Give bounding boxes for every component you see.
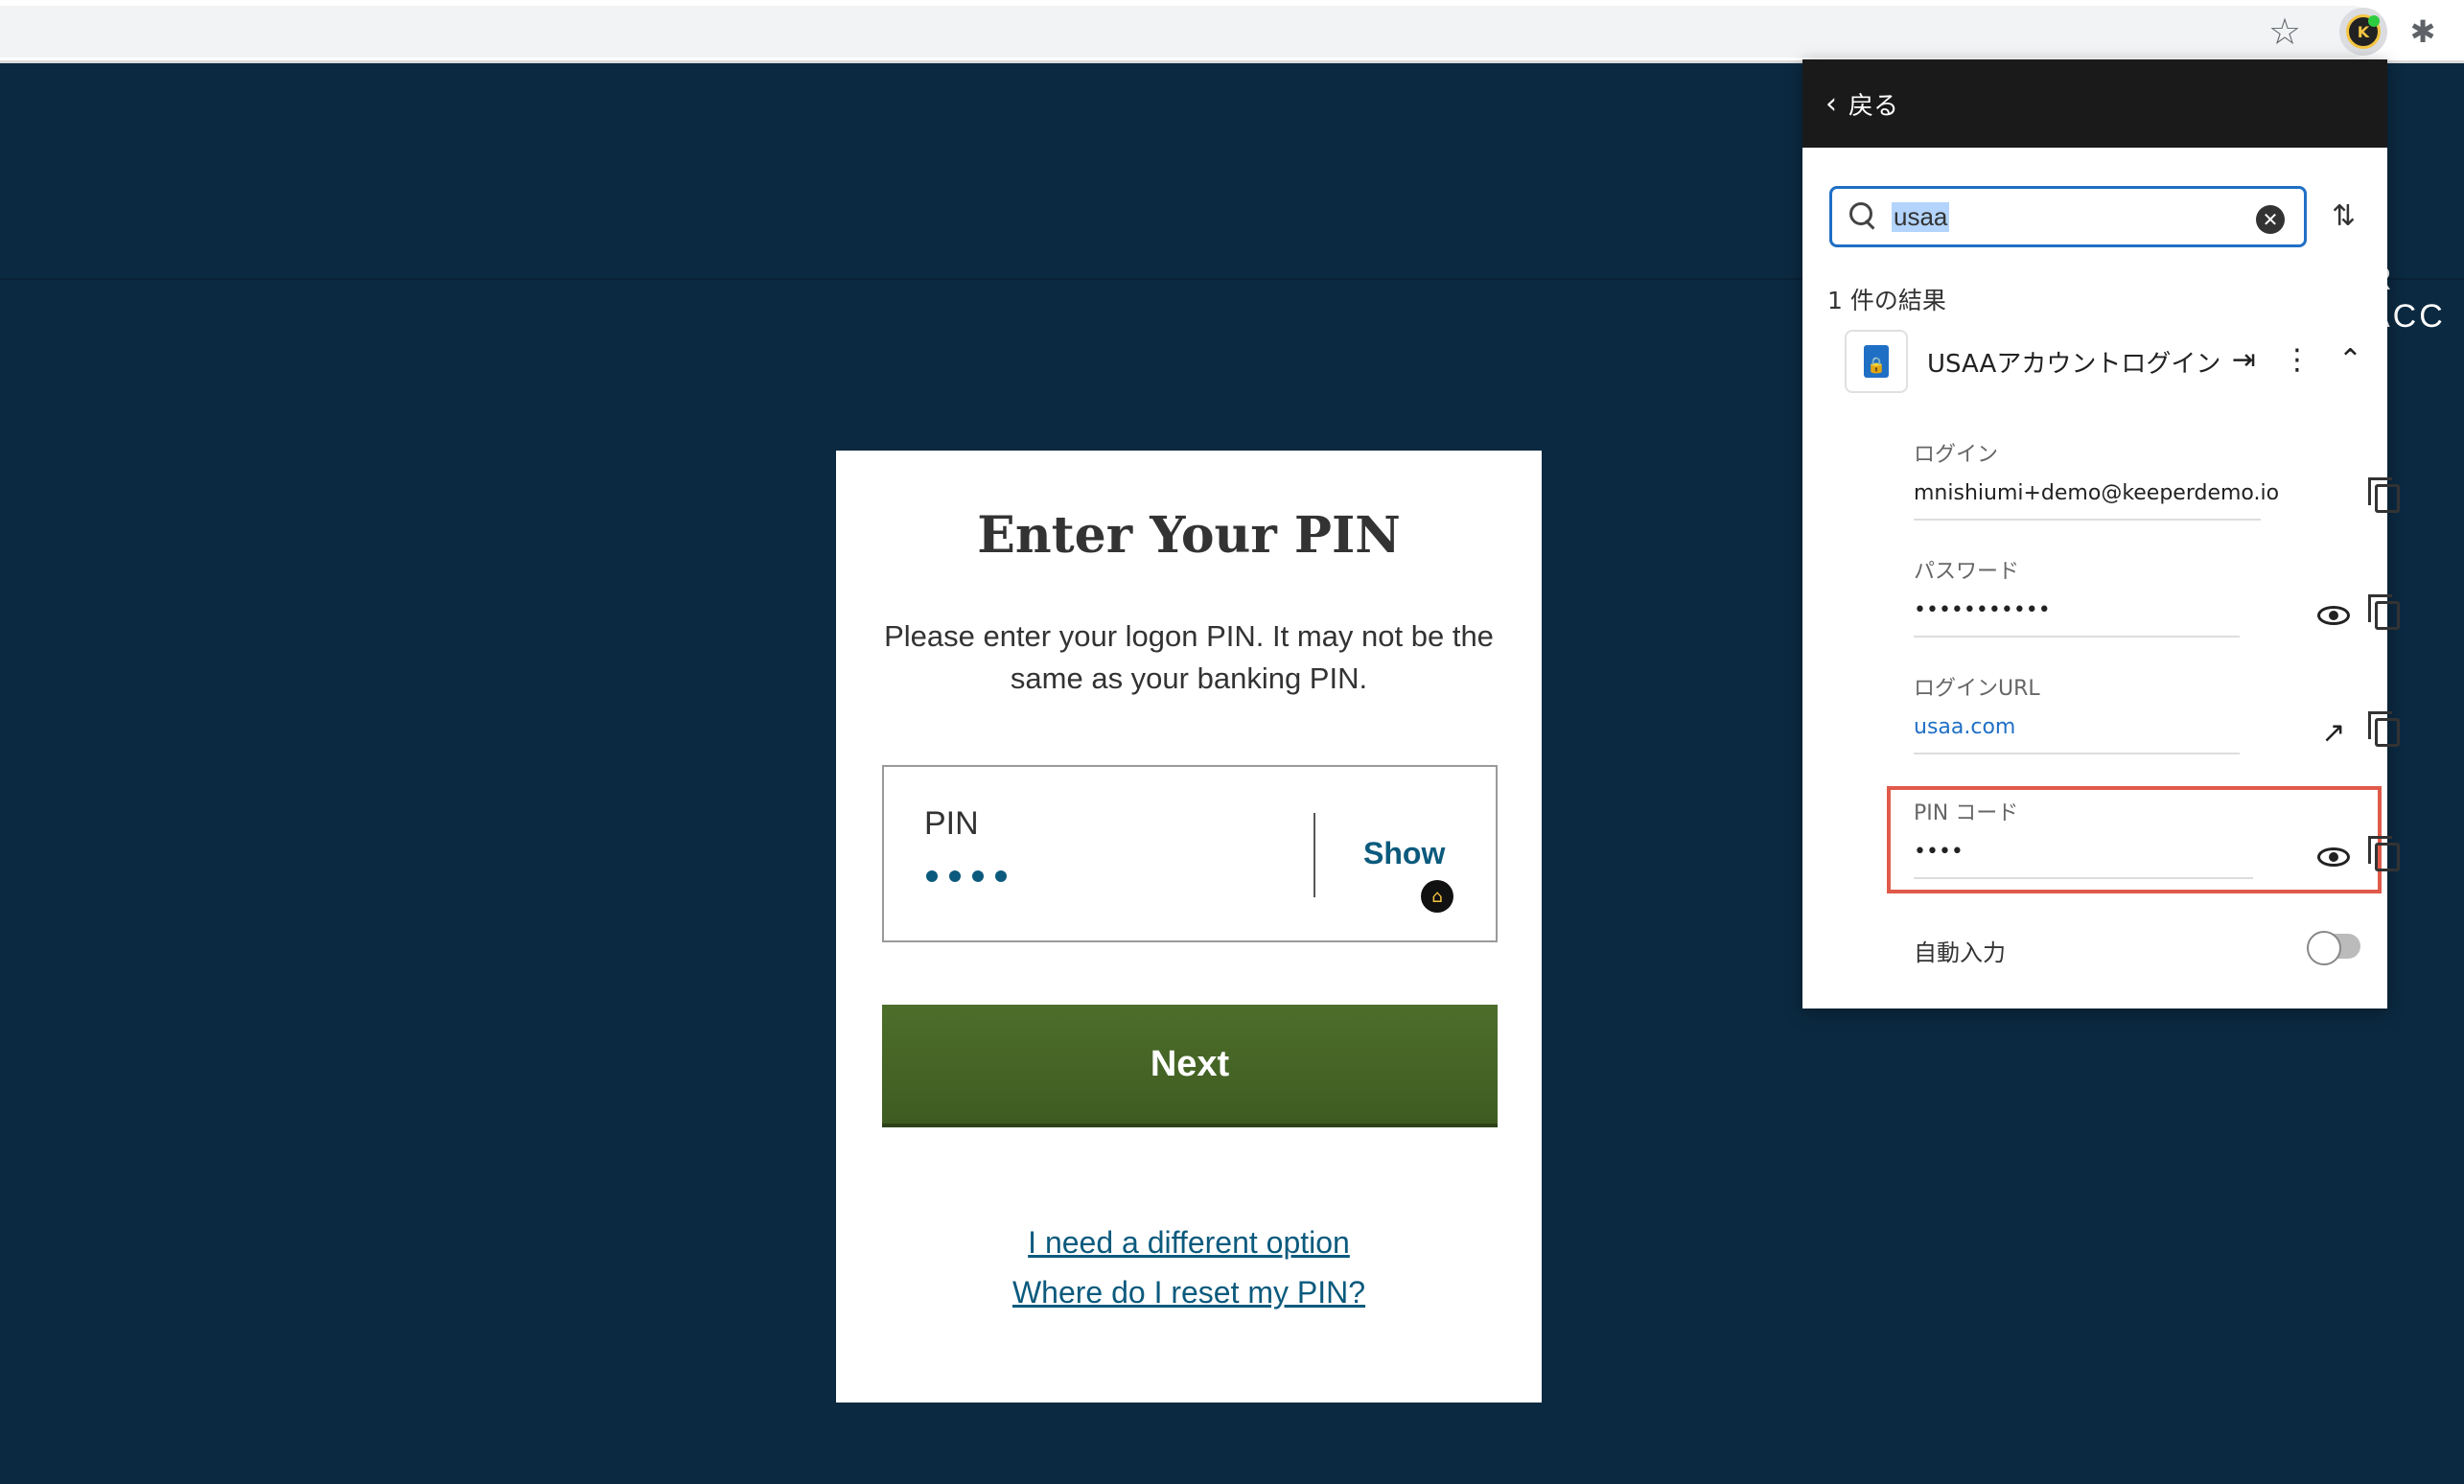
more-options-icon[interactable]: ⋮ [2283,343,2312,377]
url-field: ログインURL usaa.com [1914,671,2240,754]
results-count: 1 件の結果 [1827,287,1946,314]
pin-field-label: PIN [924,805,979,842]
login-field: ログイン mnishiumi+demo@keeperdemo.io [1914,437,2279,521]
copy-pin-icon[interactable] [2368,836,2406,876]
search-value[interactable]: usaa [1892,201,1950,232]
help-links: I need a different option Where do I res… [836,1217,1542,1317]
search-row: usaa ✕ ⇅ [1829,186,2385,247]
autofill-label: 自動入力 [1914,939,2006,966]
keeper-extension-icon[interactable]: K [2339,8,2387,56]
record-title[interactable]: USAAアカウントログイン [1927,344,2220,380]
chevron-left-icon: ‹ [1825,86,1837,121]
pin-code-value[interactable]: •••• [1914,840,2253,879]
show-pin-icon[interactable] [2314,838,2353,876]
record-file-icon: 🔒 [1845,330,1908,393]
keeper-popup: ‹ 戻る usaa ✕ ⇅ 1 件の結果 🔒 USAAアカウントログイン ⇥ ⋮… [1802,59,2400,1009]
sort-icon[interactable]: ⇅ [2332,199,2356,233]
search-input[interactable]: usaa ✕ [1829,186,2307,247]
keeper-fill-icon[interactable]: ⌂ [1421,880,1453,913]
pin-code-field: PIN コード •••• [1914,796,2253,879]
browser-toolbar: ☆ K ✱ [0,0,2464,63]
field-divider [1313,813,1315,897]
address-bar[interactable] [0,6,2378,58]
puzzle-icon[interactable]: ✱ [2401,10,2445,54]
copy-url-icon[interactable] [2368,711,2406,752]
fill-login-icon[interactable]: ⇥ [2232,343,2256,377]
next-button[interactable]: Next [882,1005,1498,1127]
login-label: ログイン [1914,443,1999,467]
copy-password-icon[interactable] [2368,594,2406,635]
reset-pin-link[interactable]: Where do I reset my PIN? [836,1267,1542,1317]
open-url-icon[interactable]: ↗ [2314,713,2353,752]
pin-instructions: Please enter your logon PIN. It may not … [884,619,1494,695]
clear-search-icon[interactable]: ✕ [2256,205,2285,234]
url-value[interactable]: usaa.com [1914,715,2240,754]
show-pin-button[interactable]: Show [1363,836,1445,871]
popup-header[interactable]: ‹ 戻る [1802,59,2387,148]
password-field: パスワード ••••••••••• [1914,554,2240,638]
pin-code-label: PIN コード [1914,801,2019,825]
password-label: パスワード [1914,560,2020,584]
star-icon[interactable]: ☆ [2263,10,2307,54]
show-password-icon[interactable] [2314,596,2353,635]
pin-input-field[interactable]: PIN Show ⌂ [882,765,1498,942]
login-value[interactable]: mnishiumi+demo@keeperdemo.io [1914,481,2279,521]
autofill-toggle[interactable] [2307,931,2360,965]
back-label[interactable]: 戻る [1848,86,1898,122]
record-actions: ⇥ ⋮ ⌃ [2232,343,2362,377]
copy-login-icon[interactable] [2368,477,2406,518]
url-label: ログインURL [1914,677,2040,701]
chevron-up-icon[interactable]: ⌃ [2338,343,2362,377]
password-value[interactable]: ••••••••••• [1914,598,2240,638]
page-title: Enter Your PIN [977,506,1401,565]
search-icon [1849,202,1878,231]
pin-masked-value[interactable] [926,870,1007,882]
record-item[interactable]: 🔒 USAAアカウントログイン ⇥ ⋮ ⌃ [1845,328,2362,395]
pin-card: Enter Your PIN Please enter your logon P… [836,451,1542,1403]
different-option-link[interactable]: I need a different option [836,1217,1542,1267]
